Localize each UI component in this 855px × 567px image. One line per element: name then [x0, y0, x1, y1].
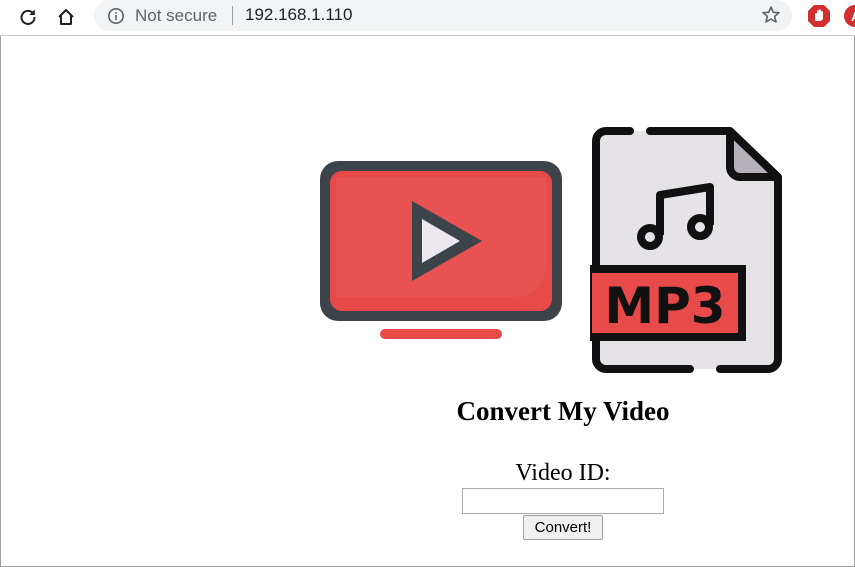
reload-button[interactable] — [14, 3, 42, 31]
page-left-border — [0, 36, 1, 567]
address-bar[interactable]: Not secure 192.168.1.110 — [94, 0, 792, 31]
video-id-label: Video ID: — [515, 460, 611, 486]
mp3-file-icon: MP3 — [590, 127, 782, 373]
video-id-input[interactable] — [462, 488, 664, 514]
adblock-icon[interactable] — [807, 4, 831, 28]
home-icon — [58, 9, 74, 25]
browser-toolbar: Not secure 192.168.1.110 A — [0, 0, 855, 36]
reload-icon — [20, 9, 36, 25]
mp3-label: MP3 — [604, 277, 725, 335]
home-button[interactable] — [52, 3, 80, 31]
star-icon — [762, 6, 780, 23]
page-title: Convert My Video — [456, 396, 670, 426]
video-tv-icon — [320, 161, 562, 339]
url-text[interactable]: 192.168.1.110 — [245, 5, 352, 25]
extension-letter: A — [851, 9, 855, 24]
hero-illustration: MP3 — [316, 127, 782, 375]
bookmark-star-button[interactable] — [760, 4, 782, 26]
extension-icon[interactable]: A — [843, 4, 855, 28]
info-icon[interactable] — [107, 7, 125, 25]
security-status-label[interactable]: Not secure — [135, 6, 217, 26]
convert-button[interactable]: Convert! — [523, 515, 603, 540]
address-divider — [232, 6, 233, 25]
